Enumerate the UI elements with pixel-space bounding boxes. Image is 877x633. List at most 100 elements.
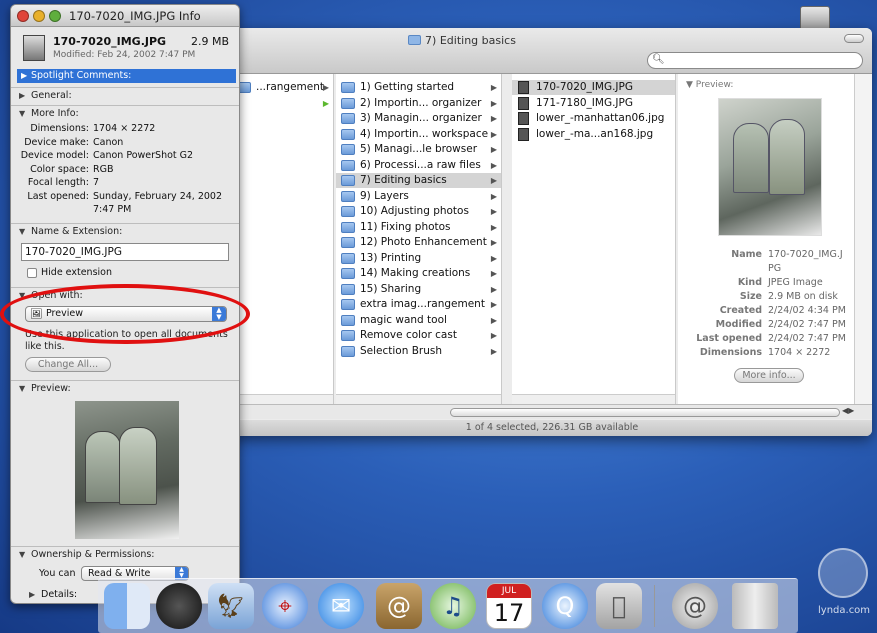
toolbar-toggle-button[interactable]	[844, 34, 864, 43]
folder-icon	[341, 206, 355, 217]
vertical-scrollbar[interactable]	[854, 74, 872, 404]
scroll-thumb[interactable]	[450, 408, 840, 417]
folder-item[interactable]: Remove color cast ▶	[336, 328, 501, 343]
file-item[interactable]: 171-7180_IMG.JPG	[512, 96, 675, 111]
disclosure-triangle-icon: ▼	[19, 384, 26, 393]
folder-item[interactable]: 5) Managi...le browser ▶	[336, 142, 501, 157]
meta-key: Size	[739, 291, 762, 302]
info-value: 7:47 PM	[93, 204, 132, 215]
folder-icon	[341, 190, 355, 202]
hide-extension-checkbox[interactable]	[27, 268, 37, 278]
disclosure-triangle-icon: ▼	[19, 109, 26, 118]
folder-icon	[341, 159, 355, 171]
folder-item[interactable]: 9) Layers ▶	[336, 189, 501, 204]
spotlight-comments-section[interactable]: ▶ Spotlight Comments:	[17, 69, 236, 83]
mac-dock-icon[interactable]: @	[672, 583, 718, 629]
search-input[interactable]	[647, 52, 863, 69]
folder-item[interactable]: 3) Managin... organizer ▶	[336, 111, 501, 126]
preview-label: ▼ Preview:	[686, 80, 734, 90]
meta-value: 170-7020_IMG.J	[768, 249, 843, 260]
file-thumbnail-icon	[23, 35, 45, 61]
info-titlebar: 170-7020_IMG.JPG Info	[11, 5, 239, 27]
status-bar: 1 of 4 selected, 226.31 GB available	[232, 420, 872, 436]
info-key: Dimensions:	[30, 123, 89, 134]
close-button[interactable]	[17, 10, 29, 22]
address-book-dock-icon[interactable]: @	[376, 583, 422, 629]
chevron-right-icon: ▶	[490, 269, 497, 278]
folder-item[interactable]: 1) Getting started ▶	[336, 80, 501, 95]
system-preferences-dock-icon[interactable]: 	[596, 583, 642, 629]
meta-value: 2/24/02 7:47 PM	[768, 333, 846, 344]
minimize-button[interactable]	[33, 10, 45, 22]
folder-item[interactable]: Selection Brush ▶	[336, 344, 501, 359]
meta-key: Kind	[737, 277, 762, 288]
chevron-right-icon: ▶	[490, 145, 497, 154]
finder-dock-icon[interactable]	[104, 583, 150, 629]
file-item[interactable]: 170-7020_IMG.JPG	[512, 80, 675, 95]
folder-icon	[408, 35, 422, 45]
ical-dock-icon[interactable]: JUL 17	[486, 583, 532, 629]
info-preview-image	[75, 401, 179, 539]
column-parent[interactable]: ...rangement ▶ ▶	[232, 74, 334, 406]
info-row: Focal length: 7	[11, 177, 239, 191]
chevron-right-icon: ▶	[490, 284, 497, 294]
scroll-arrows-icon[interactable]: ◀▶	[842, 406, 854, 415]
file-item[interactable]: lower_-ma...an168.jpg	[512, 127, 675, 142]
folder-icon	[341, 283, 355, 295]
meta-key: Dimensions	[699, 347, 762, 358]
file-item[interactable]: lower_-manhattan06.jpg	[512, 111, 675, 126]
info-value: Sunday, February 24, 2002	[93, 190, 223, 202]
folder-item[interactable]: 15) Sharing ▶	[336, 282, 501, 297]
quicktime-dock-icon[interactable]: Q	[542, 583, 588, 629]
change-all-button[interactable]: Change All...	[25, 357, 111, 372]
zoom-button[interactable]	[49, 10, 61, 22]
column-folders[interactable]: 1) Getting started ▶ 2) Importin... organi…	[336, 74, 502, 406]
name-extension-section[interactable]: ▼ Name & Extension:	[11, 223, 239, 240]
info-row: Last opened: Sunday, February 24, 2002	[11, 190, 239, 205]
ichat-dock-icon[interactable]: ✉︎	[318, 583, 364, 629]
column-files[interactable]: 170-7020_IMG.JPG 171-7180_IMG.JPG lower_-m…	[512, 74, 676, 406]
chevron-right-icon: ▶	[490, 98, 497, 108]
folder-item[interactable]: 2) Importin... organizer ▶	[336, 96, 501, 111]
folder-item[interactable]: 13) Printing ▶	[336, 251, 501, 266]
folder-item[interactable]: 7) Editing basics ▶	[336, 173, 501, 188]
folder-item[interactable]: 4) Importin... workspace ▶	[336, 127, 501, 142]
item-label: 9) Layers	[360, 189, 409, 202]
item-label: 14) Making creations	[360, 267, 471, 279]
folder-icon	[341, 82, 355, 93]
more-info-section[interactable]: ▼ More Info:	[11, 105, 239, 122]
itunes-dock-icon[interactable]: ♫	[430, 583, 476, 629]
folder-item[interactable]: 10) Adjusting photos ▶	[336, 204, 501, 219]
item-label: Remove color cast	[360, 329, 457, 341]
finder-window: 7) Editing basics 🔍︎ ...rangement ▶ ▶ 1) G…	[232, 28, 872, 436]
chevron-right-icon: ▶	[490, 222, 497, 232]
folder-item[interactable]: 14) Making creations ▶	[336, 266, 501, 281]
folder-item[interactable]: 11) Fixing photos ▶	[336, 220, 501, 235]
general-section[interactable]: ▶ General:	[11, 87, 239, 104]
disclosure-triangle-icon: ▶	[19, 91, 26, 100]
folder-item[interactable]: 12) Photo Enhancement ▶	[336, 235, 501, 250]
lynda-logo	[818, 548, 868, 598]
dock-divider	[654, 585, 655, 627]
trash-dock-icon[interactable]	[732, 583, 778, 629]
item-label: magic wand tool	[360, 313, 447, 326]
annotation-ellipse	[0, 284, 250, 344]
item-label: 6) Processi...a raw files	[360, 158, 481, 171]
name-field[interactable]: 170-7020_IMG.JPG	[21, 243, 229, 261]
folder-icon	[341, 144, 355, 155]
meta-value: PG	[768, 263, 782, 274]
meta-row: Size 2.9 MB on disk	[678, 290, 854, 304]
preview-section[interactable]: ▼ Preview:	[11, 380, 239, 397]
folder-item[interactable]: 6) Processi...a raw files ▶	[336, 158, 501, 173]
horizontal-scrollbar[interactable]: ◀▶	[232, 404, 872, 419]
folder-item[interactable]: magic wand tool ▶	[336, 313, 501, 328]
safari-dock-icon[interactable]: ⌖	[262, 583, 308, 629]
folder-item[interactable]: extra imag...rangement ▶	[336, 297, 501, 312]
mail-dock-icon[interactable]: 🦅︎	[208, 583, 254, 629]
folder-item[interactable]: ...rangement ▶	[232, 80, 333, 95]
ownership-section[interactable]: ▼ Ownership & Permissions:	[11, 546, 239, 563]
folder-item[interactable]: ▶	[232, 96, 333, 111]
meta-value: 2/24/02 4:34 PM	[768, 305, 846, 316]
more-info-button[interactable]: More info...	[734, 368, 804, 383]
dashboard-dock-icon[interactable]	[156, 583, 202, 629]
